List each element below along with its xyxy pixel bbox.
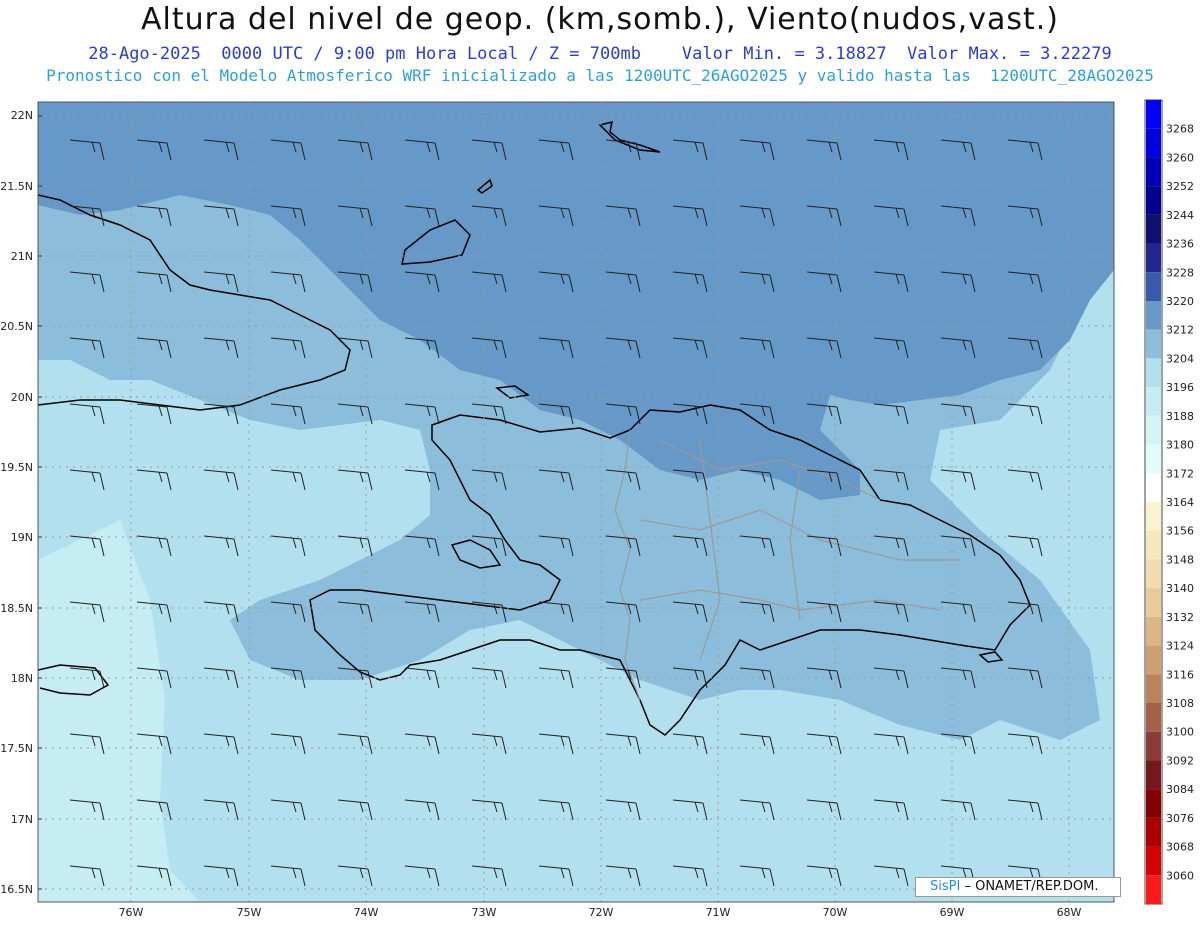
colorbar-label: 3220	[1166, 295, 1194, 308]
colorbar-label: 3172	[1166, 467, 1194, 480]
colorbar-swatch	[1146, 473, 1161, 502]
lat-label: 17N	[11, 813, 33, 826]
colorbar-label: 3148	[1166, 553, 1194, 566]
colorbar-swatch	[1146, 157, 1161, 187]
colorbar-label: 3156	[1166, 525, 1194, 538]
lat-label: 17.5N	[0, 742, 33, 755]
colorbar-swatch	[1146, 674, 1161, 703]
lat-label: 18N	[11, 672, 33, 685]
colorbar-label: 3084	[1166, 783, 1194, 796]
lat-label: 21N	[11, 250, 33, 263]
geopotential-shading	[38, 102, 1114, 902]
lon-label: 72W	[589, 906, 614, 919]
lon-label: 76W	[119, 906, 144, 919]
lon-label: 69W	[940, 906, 965, 919]
colorbar-swatch	[1146, 243, 1161, 273]
colorbar-label: 3116	[1166, 668, 1194, 681]
colorbar-swatch	[1146, 214, 1161, 244]
colorbar-label: 3132	[1166, 611, 1194, 624]
lon-label: 70W	[823, 906, 848, 919]
colorbar-swatch	[1146, 703, 1161, 732]
lat-label: 22N	[11, 109, 33, 122]
credit-box: SisPI – ONAMET/REP.DOM.	[915, 877, 1121, 897]
lat-label: 21.5N	[0, 180, 33, 193]
colorbar-label: 3100	[1166, 726, 1194, 739]
colorbar-swatch	[1146, 502, 1161, 531]
lon-label: 71W	[706, 906, 731, 919]
colorbar-swatch	[1146, 789, 1161, 818]
lat-label: 18.5N	[0, 602, 33, 615]
lat-label: 16.5N	[0, 883, 33, 896]
colorbar-swatch	[1146, 358, 1161, 388]
colorbar-swatch	[1146, 387, 1161, 416]
credit-brand: SisPI	[930, 879, 961, 894]
colorbar-label: 3204	[1166, 352, 1194, 365]
lon-label: 74W	[354, 906, 379, 919]
colorbar-label: 3076	[1166, 812, 1194, 825]
longitude-labels: 76W 75W 74W 73W 72W 71W 70W 69W 68W	[119, 906, 1082, 919]
colorbar-label: 3196	[1166, 381, 1194, 394]
colorbar-swatch	[1146, 875, 1161, 904]
colorbar-label: 3092	[1166, 754, 1194, 767]
colorbar-label: 3212	[1166, 324, 1194, 337]
lat-label: 19.5N	[0, 461, 33, 474]
lon-label: 73W	[472, 906, 497, 919]
colorbar-swatch	[1146, 128, 1161, 158]
lat-label: 20.5N	[0, 320, 33, 333]
colorbar-label: 3060	[1166, 869, 1194, 882]
colorbar-swatch	[1146, 760, 1161, 790]
colorbar-swatch	[1146, 186, 1161, 215]
colorbar-label: 3164	[1166, 496, 1194, 509]
colorbar-swatch	[1146, 588, 1161, 617]
credit-text: – ONAMET/REP.DOM.	[964, 879, 1099, 894]
lat-label: 19N	[11, 531, 33, 544]
colorbar-swatch	[1146, 731, 1161, 761]
colorbar-swatch	[1146, 530, 1161, 560]
latitude-labels: 22N 21.5N 21N 20.5N 20N 19.5N 19N 18.5N …	[0, 109, 33, 896]
colorbar-label: 3252	[1166, 180, 1194, 193]
forecast-map: 22N 21.5N 21N 20.5N 20N 19.5N 19N 18.5N …	[0, 99, 1194, 919]
lon-label: 75W	[237, 906, 262, 919]
colorbar-swatch	[1146, 444, 1161, 474]
colorbar-label: 3260	[1166, 151, 1194, 164]
colorbar-swatch	[1146, 100, 1161, 129]
colorbar-label: 3244	[1166, 209, 1194, 222]
colorbar-swatch	[1146, 329, 1161, 359]
colorbar-swatch	[1146, 559, 1161, 589]
lat-label: 20N	[11, 391, 33, 404]
colorbar-swatch	[1146, 817, 1161, 847]
colorbar-label: 3068	[1166, 841, 1194, 854]
colorbar: 3268 3260 3252 3244 3236 3228 3220 3212 3204 3196…	[1144, 99, 1194, 905]
colorbar-swatch	[1146, 415, 1161, 445]
lon-label: 68W	[1057, 906, 1082, 919]
colorbar-label: 3124	[1166, 640, 1194, 653]
colorbar-swatch	[1146, 616, 1161, 646]
colorbar-label: 3268	[1166, 123, 1194, 136]
colorbar-swatch	[1146, 846, 1161, 876]
colorbar-label: 3188	[1166, 410, 1194, 423]
colorbar-label: 3236	[1166, 238, 1194, 251]
colorbar-swatch	[1146, 301, 1161, 330]
colorbar-swatch	[1146, 272, 1161, 301]
colorbar-label: 3108	[1166, 697, 1194, 710]
colorbar-swatch	[1146, 645, 1161, 675]
colorbar-label: 3180	[1166, 439, 1194, 452]
colorbar-label: 3228	[1166, 266, 1194, 279]
colorbar-label: 3140	[1166, 582, 1194, 595]
